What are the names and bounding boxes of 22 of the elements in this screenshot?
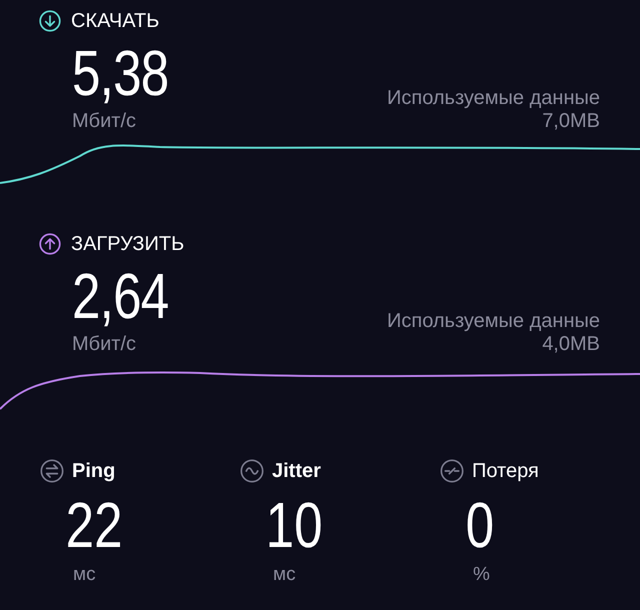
metric-label: Ping (72, 460, 116, 482)
test-label: ЗАГРУЗИТЬ (71, 232, 184, 256)
speed-unit: Мбит/с (72, 110, 138, 133)
metric-unit: мс (272, 564, 297, 586)
wave-icon (240, 459, 264, 483)
metric-value: 0 (464, 488, 496, 563)
metric-label: Потеря (472, 460, 539, 482)
test-label: СКАЧАТЬ (71, 10, 160, 32)
speed-value: 5,38 (72, 36, 168, 110)
dash-icon (440, 459, 464, 483)
data-used-value: 4,0MB (541, 333, 600, 356)
data-used-label: Используемые данные (386, 87, 600, 110)
speed-unit: Мбит/с (72, 333, 138, 356)
metric-unit: мс (72, 564, 97, 586)
metric-unit: % (472, 564, 491, 586)
metric-value: 10 (264, 488, 324, 563)
metric-label: Jitter (272, 460, 321, 482)
data-used-label: Используемые данные (386, 310, 600, 333)
data-used-value: 7,0MB (541, 110, 600, 133)
metric-value: 22 (64, 488, 124, 563)
arrows-icon (40, 459, 64, 483)
speed-value: 2,64 (72, 259, 168, 333)
